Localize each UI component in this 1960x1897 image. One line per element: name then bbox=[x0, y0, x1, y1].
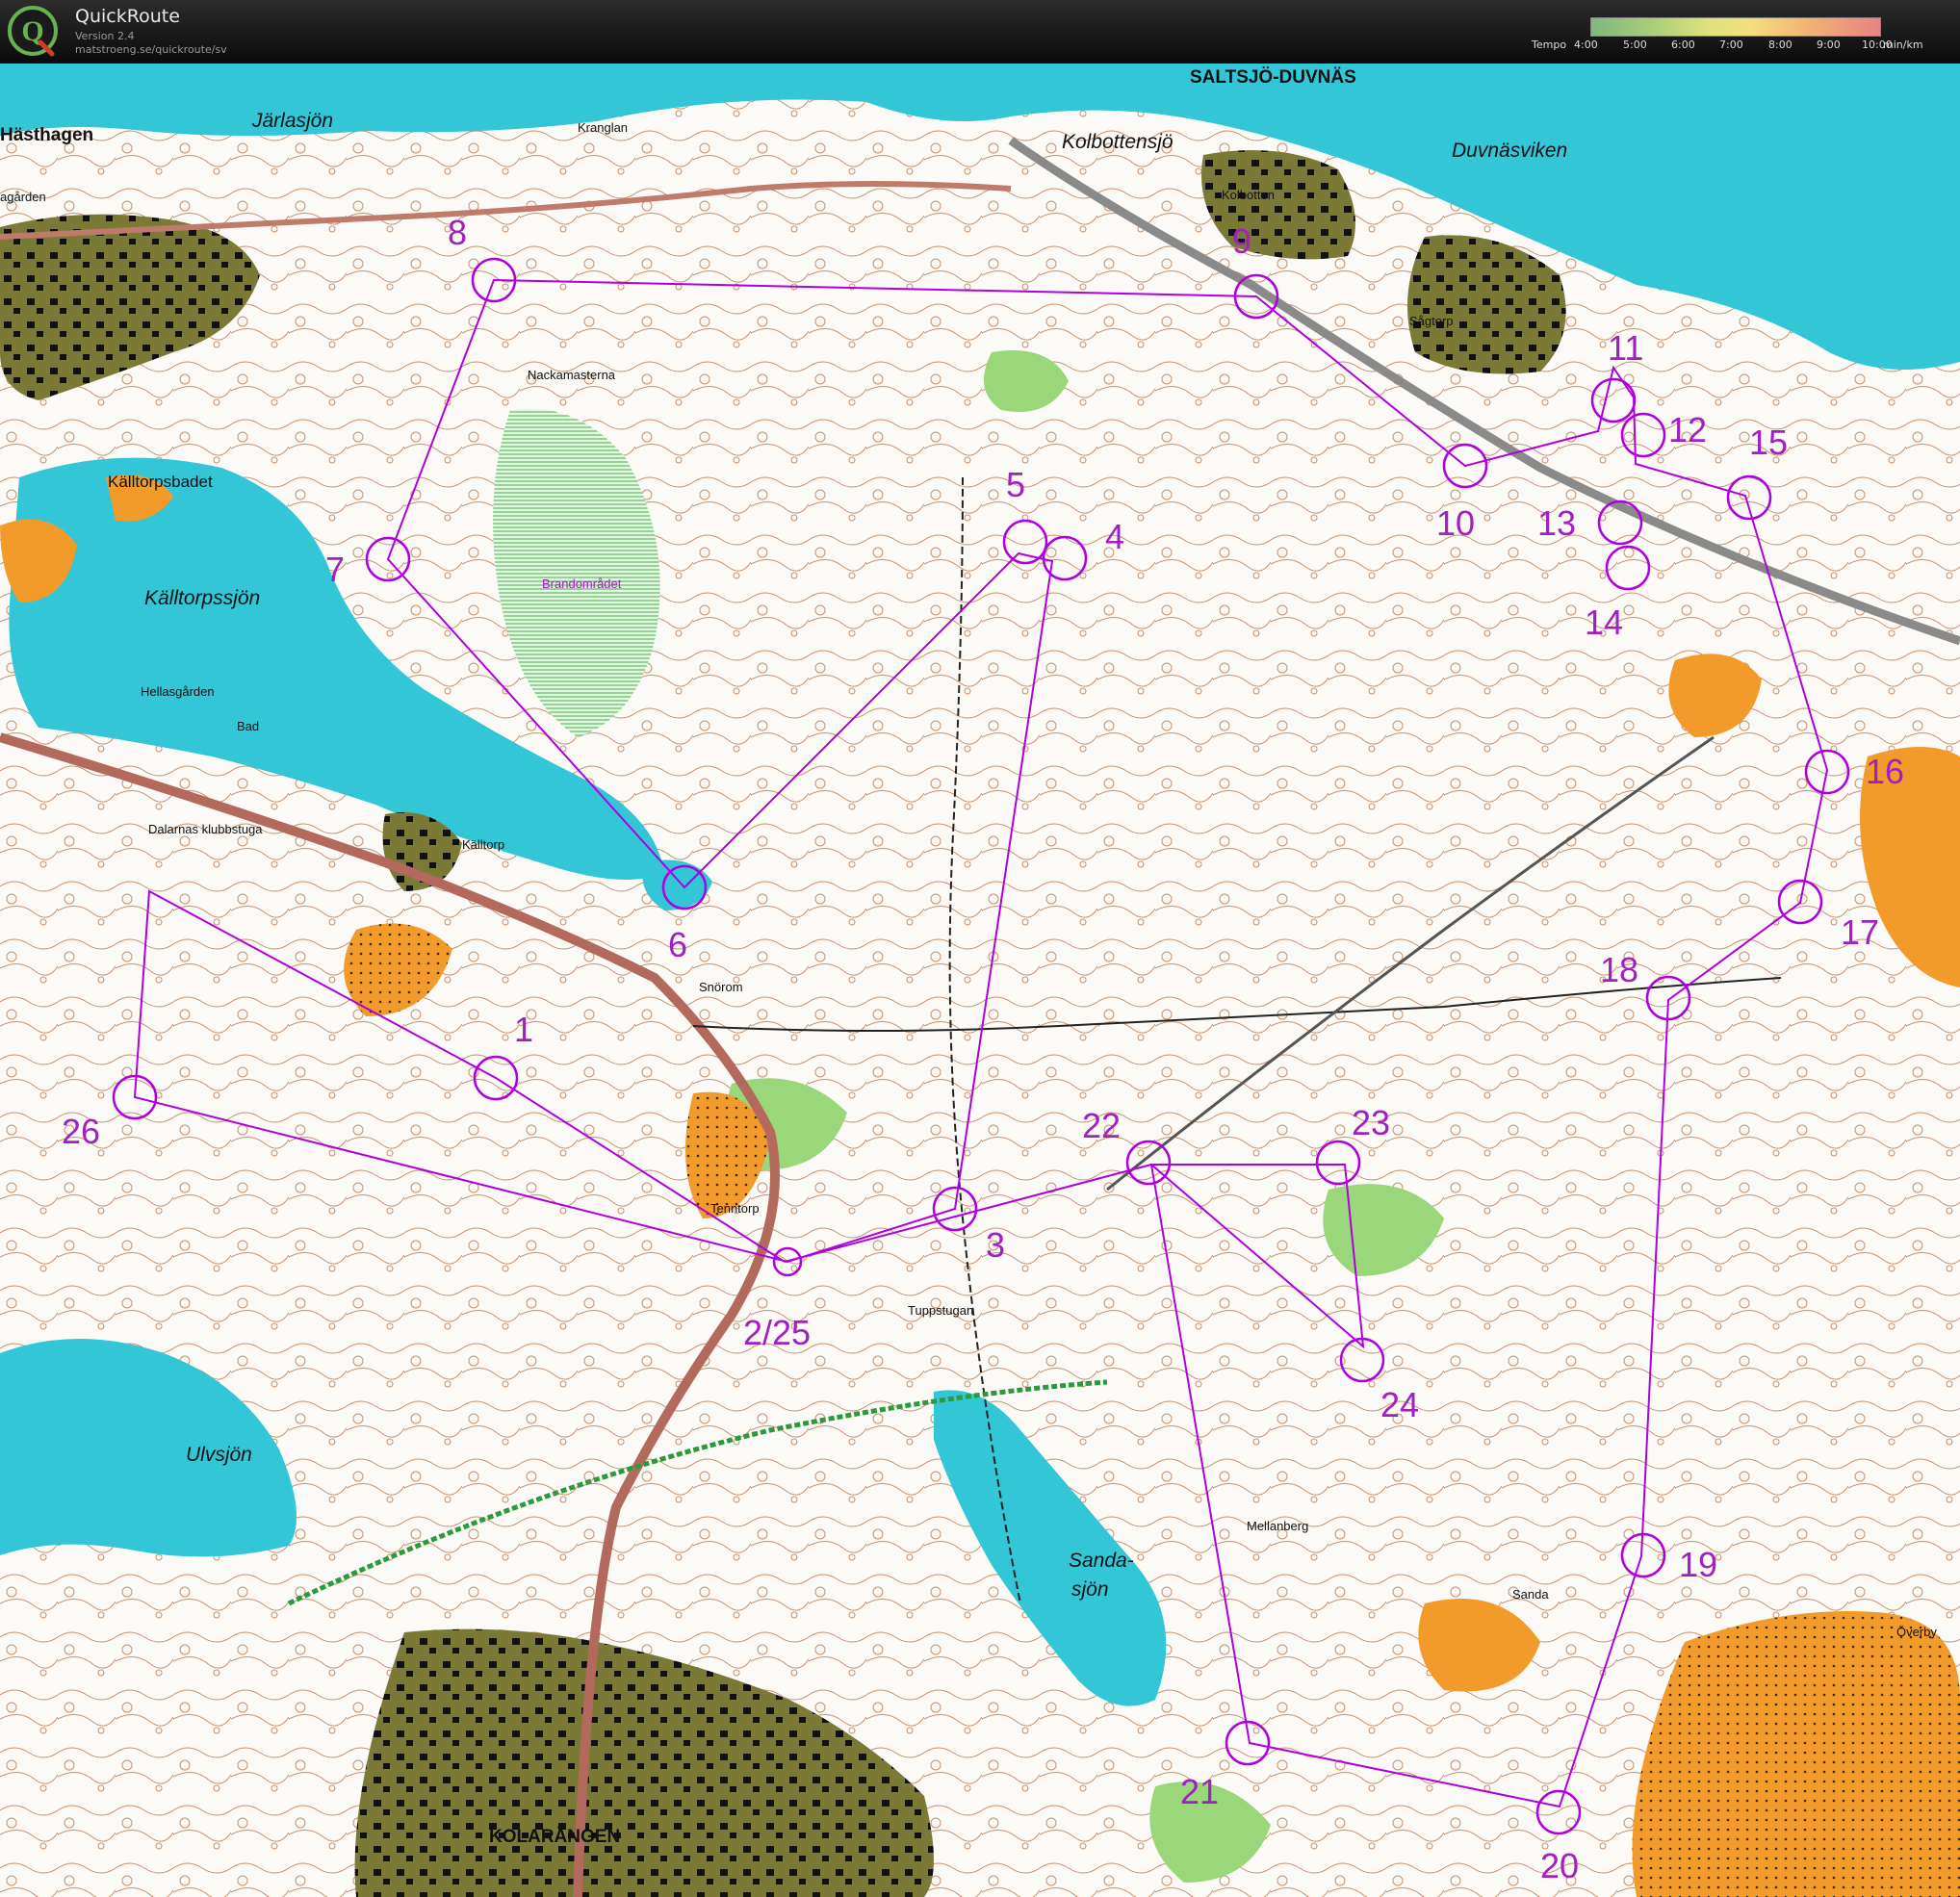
control-number: 13 bbox=[1537, 503, 1576, 543]
water-label: Duvnäsviken bbox=[1452, 140, 1567, 162]
control-number: 7 bbox=[325, 550, 345, 589]
app-url[interactable]: matstroeng.se/quickroute/sv bbox=[75, 43, 227, 56]
place-label: Dalarnas klubbstuga bbox=[148, 822, 263, 836]
place-label: Hästhagen bbox=[0, 125, 93, 145]
control-number: 24 bbox=[1380, 1385, 1419, 1424]
place-label: Mellanberg bbox=[1247, 1519, 1308, 1533]
control-number: 12 bbox=[1668, 410, 1707, 449]
water-label: Kolbottensjö bbox=[1062, 131, 1173, 153]
orienteering-map[interactable]: 1 3 4 5 6 7 8 9 10 11 12 13 14 15 16 17 bbox=[0, 64, 1960, 1897]
place-label: Källtorpsbadet bbox=[108, 473, 213, 491]
tempo-unit: min/km bbox=[1883, 38, 1923, 51]
terrain bbox=[0, 64, 1960, 1897]
control-number: 5 bbox=[1006, 465, 1025, 504]
tempo-tick: 8:00 bbox=[1768, 38, 1792, 51]
place-label: SALTSJÖ-DUVNÄS bbox=[1190, 67, 1356, 88]
place-label: Kolbotten bbox=[1222, 188, 1275, 202]
place-label: Tenntorp bbox=[710, 1201, 760, 1216]
water-label: Sanda- bbox=[1069, 1550, 1134, 1572]
place-label: Källtorp bbox=[462, 837, 504, 852]
control-number: 23 bbox=[1352, 1103, 1390, 1142]
control-number: 6 bbox=[668, 925, 687, 964]
tempo-color-bar bbox=[1590, 17, 1881, 37]
control-number: 4 bbox=[1105, 517, 1124, 556]
place-label: Snörom bbox=[699, 980, 743, 994]
place-label: Sanda bbox=[1512, 1587, 1549, 1602]
control-number: 3 bbox=[986, 1225, 1005, 1265]
place-label: Överby bbox=[1896, 1625, 1937, 1639]
tempo-tick: 6:00 bbox=[1671, 38, 1695, 51]
water-label: Ulvsjön bbox=[186, 1444, 252, 1466]
app-version: Version 2.4 bbox=[75, 30, 135, 42]
app-name: QuickRoute bbox=[75, 6, 180, 27]
app-header: Q QuickRoute Version 2.4 matstroeng.se/q… bbox=[0, 0, 1960, 64]
tempo-tick: 9:00 bbox=[1817, 38, 1841, 51]
place-label: KOLARÄNGEN bbox=[489, 1827, 620, 1847]
control-number: 15 bbox=[1749, 423, 1788, 462]
control-number: 9 bbox=[1232, 221, 1251, 261]
place-label: Nackamasterna bbox=[528, 368, 616, 382]
tempo-tick: 4:00 bbox=[1574, 38, 1598, 51]
tempo-label: Tempo bbox=[1532, 38, 1567, 51]
place-label: Bad bbox=[237, 719, 259, 733]
control-number: 14 bbox=[1585, 602, 1623, 642]
map-canvas[interactable]: 1 3 4 5 6 7 8 9 10 11 12 13 14 15 16 17 bbox=[0, 64, 1960, 1897]
control-number: 22 bbox=[1082, 1106, 1121, 1145]
control-number: 20 bbox=[1540, 1846, 1579, 1885]
control-number: 18 bbox=[1600, 950, 1638, 989]
place-label: Kranglan bbox=[578, 120, 628, 135]
place-label: Hellasgården bbox=[141, 684, 215, 699]
control-number: 26 bbox=[62, 1112, 100, 1151]
control-number: 16 bbox=[1866, 752, 1904, 791]
control-number: 21 bbox=[1180, 1772, 1219, 1811]
place-label: Sågtorp bbox=[1409, 314, 1454, 328]
control-number: 11 bbox=[1608, 328, 1643, 368]
tempo-tick: 7:00 bbox=[1719, 38, 1743, 51]
quickroute-logo-icon: Q bbox=[8, 6, 58, 57]
control-number: 19 bbox=[1679, 1545, 1717, 1584]
place-label: agården bbox=[0, 190, 46, 204]
place-label: Brandområdet bbox=[542, 577, 622, 591]
water-label: Järlasjön bbox=[251, 110, 333, 132]
place-label: Tuppstugan bbox=[908, 1303, 973, 1318]
control-number: 1 bbox=[514, 1010, 533, 1049]
control-number: 10 bbox=[1436, 503, 1475, 543]
water-label: sjön bbox=[1071, 1578, 1109, 1601]
open-land bbox=[1632, 1611, 1960, 1897]
control-number: 2/25 bbox=[743, 1313, 811, 1352]
tempo-tick: 5:00 bbox=[1623, 38, 1647, 51]
control-number: 17 bbox=[1841, 912, 1879, 952]
water-label: Källtorpssjön bbox=[144, 587, 260, 609]
control-number: 8 bbox=[448, 213, 467, 252]
